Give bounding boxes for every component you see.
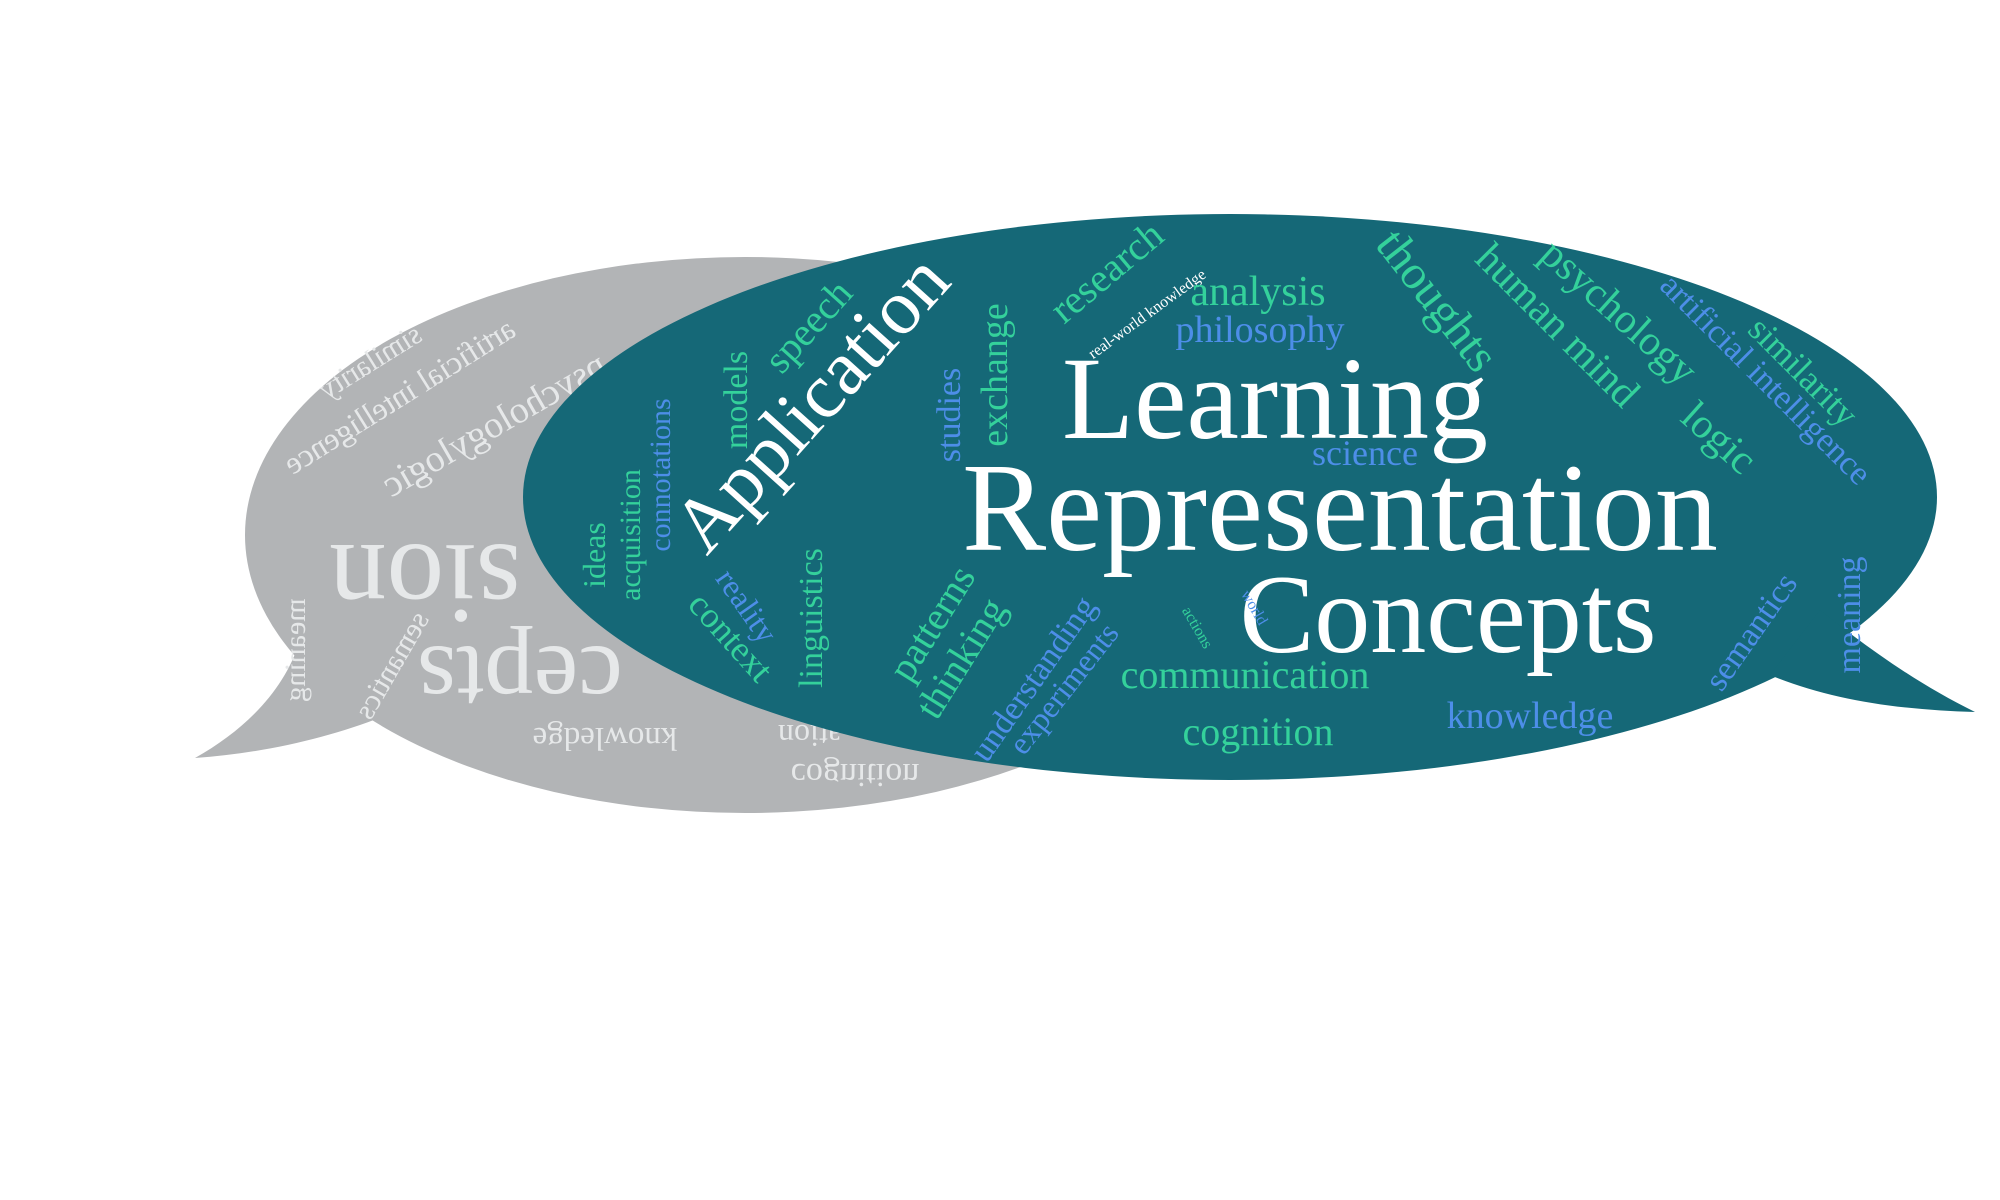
word-models: models xyxy=(718,351,755,449)
word-cognition: cognition xyxy=(1182,709,1333,754)
back-word-knowledge: knowledge xyxy=(533,720,678,756)
back-word-concepts: cepts xyxy=(417,625,622,736)
word-meaning: meaning xyxy=(1831,556,1868,673)
word-ideas: ideas xyxy=(576,522,612,588)
back-word-cognition: cognition xyxy=(791,756,919,793)
word-acquisition: acquisition xyxy=(614,469,647,601)
word-philosophy: philosophy xyxy=(1176,309,1345,351)
word-knowledge: knowledge xyxy=(1447,695,1614,737)
word-cloud-illustration: sion cepts knowledge cognition ation art… xyxy=(195,212,1975,813)
back-word-meaning: meaning xyxy=(279,598,312,701)
word-connotations: connotations xyxy=(644,398,677,551)
word-studies: studies xyxy=(931,368,968,462)
front-speech-bubble: Learning Representation Concepts Applica… xyxy=(523,212,1975,780)
word-science: science xyxy=(1312,433,1418,473)
word-linguistics: linguistics xyxy=(793,548,830,688)
word-communication: communication xyxy=(1121,652,1370,697)
word-exchange: exchange xyxy=(974,303,1016,446)
